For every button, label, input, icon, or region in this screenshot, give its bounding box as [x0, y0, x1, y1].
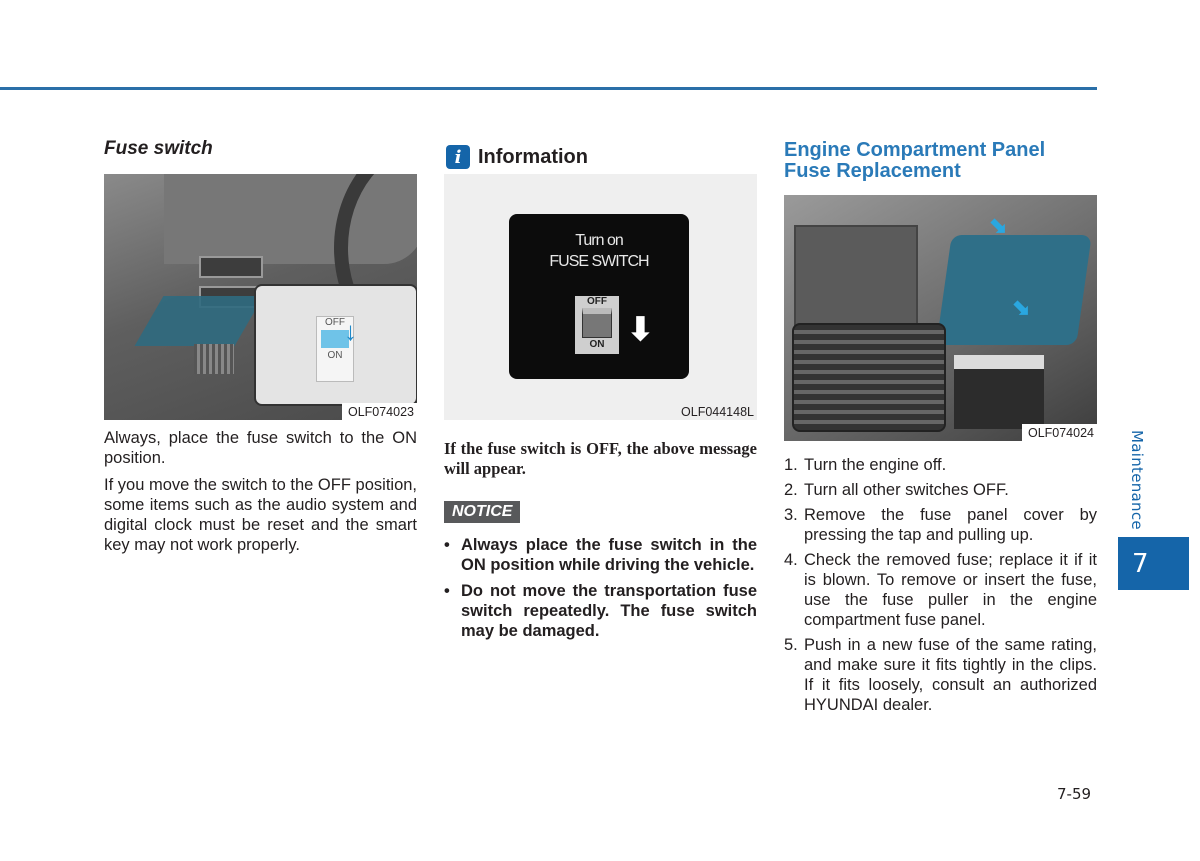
down-arrow-icon: ⬇	[627, 311, 654, 347]
fuse-cover-highlight	[134, 296, 264, 346]
switch-rocker	[582, 308, 612, 338]
step-text: Remove the fuse panel cover by pressing …	[804, 506, 1097, 544]
figure-code: OLF074024	[1021, 424, 1097, 441]
information-title: Information	[478, 145, 588, 168]
step-text: Turn the engine off.	[804, 456, 947, 474]
push-arrow-icon: ⬊	[989, 213, 1008, 238]
information-heading: i Information	[446, 145, 588, 169]
pedal-shape	[194, 344, 234, 374]
chapter-label: Maintenance	[1128, 430, 1146, 530]
paragraph: If you move the switch to the OFF positi…	[104, 476, 417, 554]
fuse-switch-message-illustration: Turn on FUSE SWITCH OFF ON ⬇ OLF044148L	[444, 174, 757, 420]
header-rule	[0, 87, 1097, 90]
info-icon: i	[446, 145, 470, 169]
fuse-switch-inset: OFF ON ↓	[254, 284, 417, 406]
switch-graphic: OFF ON	[575, 296, 619, 354]
figure-code: OLF044148L	[681, 405, 754, 419]
air-box-shape	[794, 225, 918, 339]
fuse-switch-illustration: OFF ON ↓ OLF074023	[104, 174, 417, 420]
fuse-panel-cover	[936, 235, 1092, 345]
step-item: 3. Remove the fuse panel cover by pressin…	[784, 505, 1097, 545]
notice-item: Always place the fuse switch in the ON p…	[444, 535, 757, 575]
notice-item: Do not move the transportation fuse swit…	[444, 581, 757, 641]
off-label: OFF	[587, 296, 607, 307]
step-item: 2. Turn all other switches OFF.	[784, 480, 1097, 500]
step-number: 1.	[784, 456, 798, 474]
engine-fuse-panel-illustration: ⬊ ⬊ OLF074024	[784, 195, 1097, 441]
on-label: ON	[589, 339, 605, 350]
step-number: 5.	[784, 636, 798, 654]
step-number: 3.	[784, 506, 798, 524]
notice-label: NOTICE	[444, 501, 521, 523]
page-number: 7-59	[1057, 785, 1092, 803]
section-heading: Engine Compartment Panel Fuse Replacemen…	[784, 139, 1046, 182]
replacement-steps: 1. Turn the engine off. 2. Turn all other …	[784, 455, 1097, 720]
fuse-switch-heading: Fuse switch	[104, 138, 213, 159]
step-item: 5. Push in a new fuse of the same rating,…	[784, 635, 1097, 715]
on-label: ON	[327, 350, 343, 361]
push-arrow-icon: ⬊	[1012, 295, 1031, 320]
step-number: 2.	[784, 481, 798, 499]
step-text: Turn all other switches OFF.	[804, 481, 1009, 499]
step-text: Push in a new fuse of the same rating, a…	[804, 636, 1097, 714]
step-item: 1. Turn the engine off.	[784, 455, 1097, 475]
paragraph: Always, place the fuse switch to the ON …	[104, 429, 417, 467]
chapter-tab: 7	[1118, 537, 1189, 590]
chapter-number: 7	[1132, 548, 1149, 579]
notice-list: Always place the fuse switch in the ON p…	[444, 535, 757, 647]
information-text: If the fuse switch is OFF, the above mes…	[444, 439, 757, 478]
display-line: FUSE SWITCH	[549, 253, 649, 270]
down-arrow-icon: ↓	[344, 316, 357, 346]
display-line: Turn on	[575, 232, 624, 249]
step-item: 4. Check the removed fuse; replace it if …	[784, 550, 1097, 630]
step-number: 4.	[784, 551, 798, 569]
battery-shape	[954, 355, 1044, 429]
figure-code: OLF074023	[341, 403, 417, 420]
step-text: Check the removed fuse; replace it if it…	[804, 551, 1097, 629]
switch-panel-shape	[199, 256, 263, 278]
fuse-panel-inset	[792, 323, 946, 432]
cluster-display: Turn on FUSE SWITCH OFF ON ⬇	[509, 214, 689, 379]
